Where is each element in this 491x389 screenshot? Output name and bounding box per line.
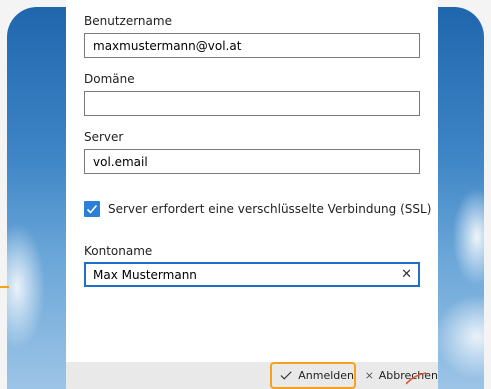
signin-button[interactable]: Anmelden <box>270 362 356 389</box>
close-icon <box>366 372 373 379</box>
checkmark-icon <box>86 204 98 214</box>
username-field[interactable]: maxmustermann@vol.at <box>84 33 420 58</box>
username-label: Benutzername <box>84 14 172 28</box>
background-frame: Benutzername maxmustermann@vol.at Domäne… <box>0 0 491 389</box>
domain-label: Domäne <box>84 72 135 86</box>
domain-field[interactable] <box>84 91 420 116</box>
username-value: maxmustermann@vol.at <box>93 39 242 53</box>
ssl-checkbox[interactable] <box>84 201 100 217</box>
checkmark-icon <box>280 371 292 380</box>
dialog-footer: Anmelden Abbrechen <box>66 362 438 389</box>
signin-label: Anmelden <box>298 369 354 382</box>
annotation-arrow-bottom <box>406 372 426 385</box>
clear-icon[interactable]: ✕ <box>401 267 412 282</box>
annotation-arrow-left <box>0 286 9 288</box>
account-name-field[interactable]: Max Mustermann ✕ <box>84 262 420 287</box>
account-name-label: Kontoname <box>84 244 153 258</box>
cancel-button[interactable]: Abbrechen <box>364 362 438 389</box>
account-name-value: Max Mustermann <box>93 268 197 282</box>
ssl-label: Server erfordert eine verschlüsselte Ver… <box>108 202 432 216</box>
server-field[interactable]: vol.email <box>84 149 420 174</box>
server-value: vol.email <box>93 155 148 169</box>
server-label: Server <box>84 130 124 144</box>
account-dialog: Benutzername maxmustermann@vol.at Domäne… <box>66 0 438 389</box>
